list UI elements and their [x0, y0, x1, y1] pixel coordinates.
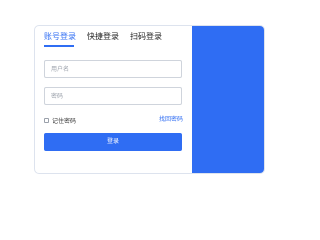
username-input[interactable] [44, 60, 182, 78]
password-input[interactable] [44, 87, 182, 105]
remember-checkbox[interactable] [44, 117, 49, 123]
side-banner [192, 26, 264, 173]
tab-account-login[interactable]: 账号登录 [44, 31, 76, 43]
remember-password[interactable]: 记住密码 [44, 116, 77, 125]
login-button[interactable]: 登录 [44, 133, 182, 151]
active-tab-indicator [44, 45, 74, 47]
remember-label: 记住密码 [52, 117, 77, 125]
login-card: 账号登录 快捷登录 扫码登录 记住密码 找回密码 登录 [34, 25, 265, 174]
tab-quick-login[interactable]: 快捷登录 [87, 31, 119, 43]
forgot-password-link[interactable]: 找回密码 [159, 114, 183, 123]
tab-qrcode-login[interactable]: 扫码登录 [130, 31, 162, 43]
